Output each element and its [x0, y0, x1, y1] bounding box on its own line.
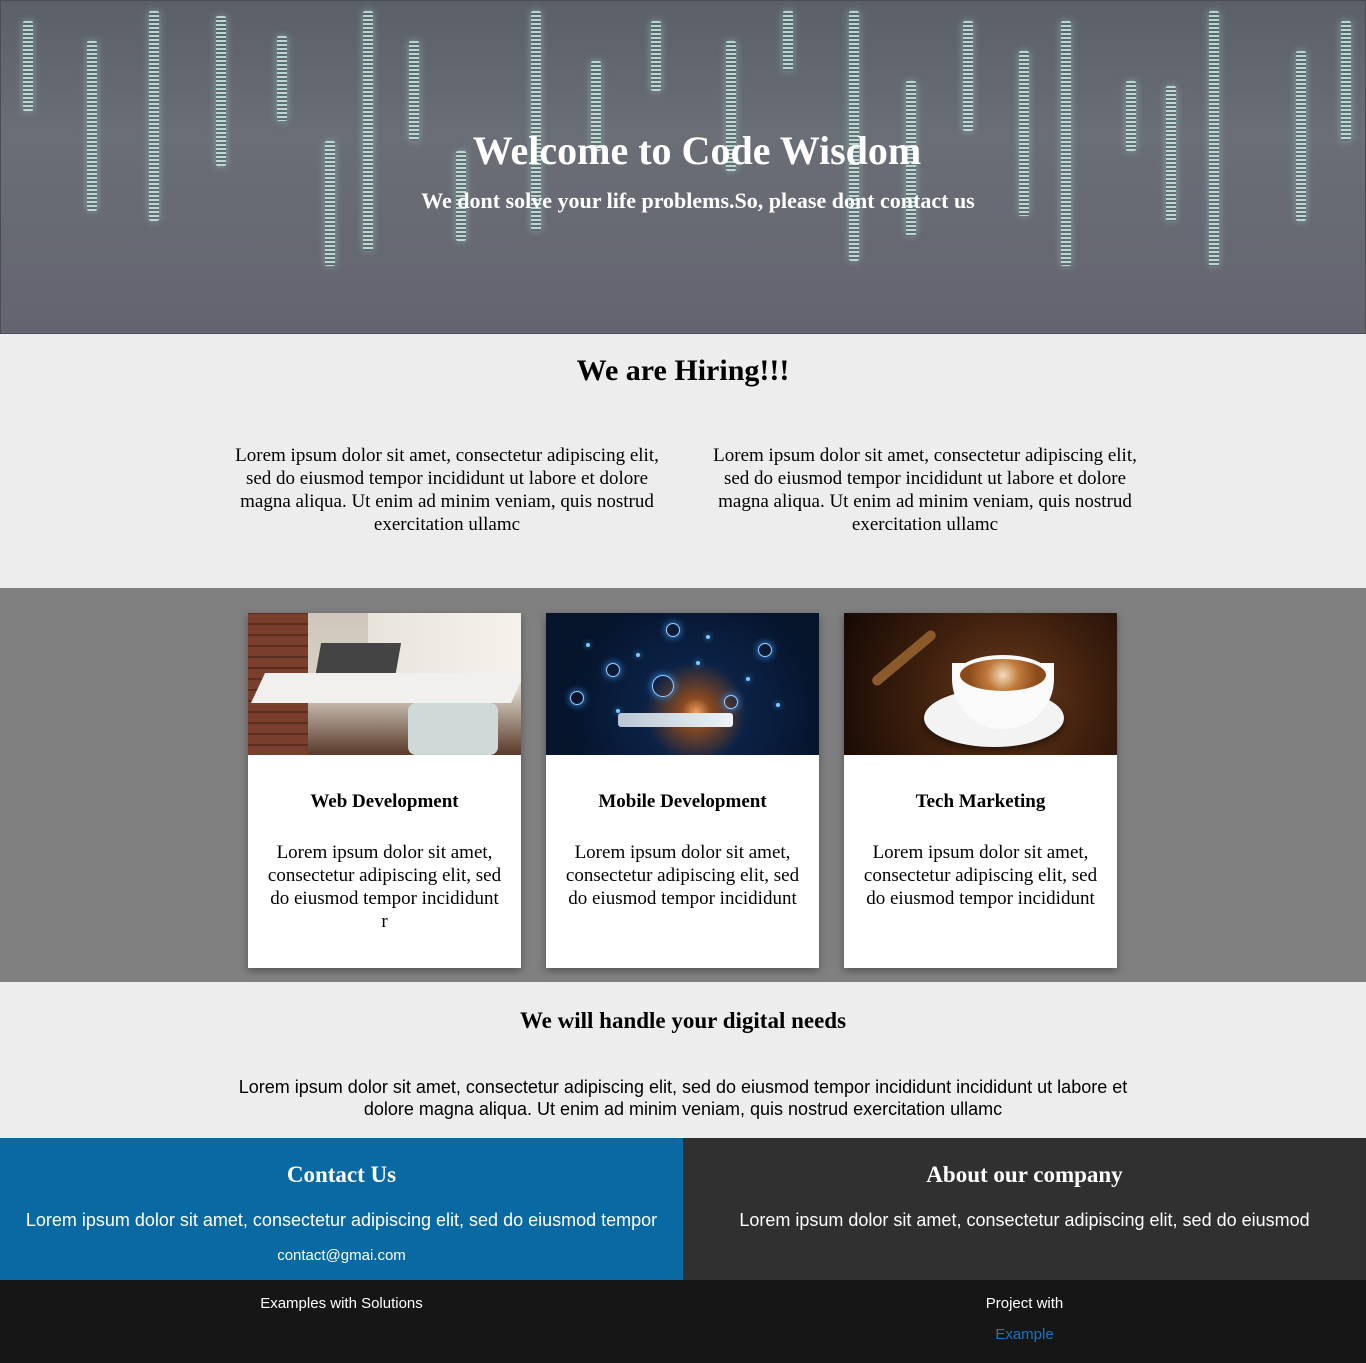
card-title: Web Development	[310, 791, 459, 812]
card-text: Lorem ipsum dolor sit amet, consectetur …	[863, 842, 1098, 909]
hiring-section: We are Hiring!!! Lorem ipsum dolor sit a…	[0, 334, 1366, 588]
card-text: Lorem ipsum dolor sit amet, consectetur …	[565, 842, 800, 909]
contact-title: Contact Us	[286, 1162, 397, 1187]
hiring-paragraph-left: Lorem ipsum dolor sit amet, consectetur …	[235, 445, 659, 535]
hero-subtitle: We dont solve your life problems.So, ple…	[421, 188, 975, 213]
workspace-image	[248, 613, 521, 755]
digital-text: Lorem ipsum dolor sit amet, consectetur …	[238, 1077, 1128, 1119]
digital-title: We will handle your digital needs	[519, 1008, 847, 1033]
contact-text: Lorem ipsum dolor sit amet, consectetur …	[25, 1210, 658, 1230]
footer-example-link[interactable]: Example	[683, 1326, 1366, 1343]
services-section: Web Development Lorem ipsum dolor sit am…	[0, 588, 1366, 982]
info-section: Contact Us Lorem ipsum dolor sit amet, c…	[0, 1138, 1366, 1280]
footer-right-text: Project with	[985, 1295, 1064, 1312]
hero-title: Welcome to Code Wisdom	[472, 128, 922, 173]
coffee-image	[844, 613, 1117, 755]
hiring-paragraph-right: Lorem ipsum dolor sit amet, consectetur …	[713, 445, 1137, 535]
footer-left-text: Examples with Solutions	[260, 1295, 423, 1312]
card-text: Lorem ipsum dolor sit amet, consectetur …	[267, 842, 502, 932]
network-image	[546, 613, 819, 755]
service-card-mobile: Mobile Development Lorem ipsum dolor sit…	[546, 613, 819, 968]
card-title: Tech Marketing	[915, 791, 1046, 812]
service-card-marketing: Tech Marketing Lorem ipsum dolor sit ame…	[844, 613, 1117, 968]
digital-section: We will handle your digital needs Lorem …	[0, 982, 1366, 1138]
hiring-title: We are Hiring!!!	[576, 354, 790, 387]
hero-banner: Welcome to Code Wisdom We dont solve you…	[0, 0, 1366, 334]
card-title: Mobile Development	[598, 791, 767, 812]
contact-panel: Contact Us Lorem ipsum dolor sit amet, c…	[0, 1138, 683, 1280]
about-panel: About our company Lorem ipsum dolor sit …	[683, 1138, 1366, 1280]
about-text: Lorem ipsum dolor sit amet, consectetur …	[739, 1210, 1310, 1230]
about-title: About our company	[926, 1162, 1123, 1187]
footer: Examples with Solutions Project with Exa…	[0, 1280, 1366, 1363]
service-card-web: Web Development Lorem ipsum dolor sit am…	[248, 613, 521, 968]
contact-email[interactable]: contact@gmai.com	[0, 1247, 683, 1264]
